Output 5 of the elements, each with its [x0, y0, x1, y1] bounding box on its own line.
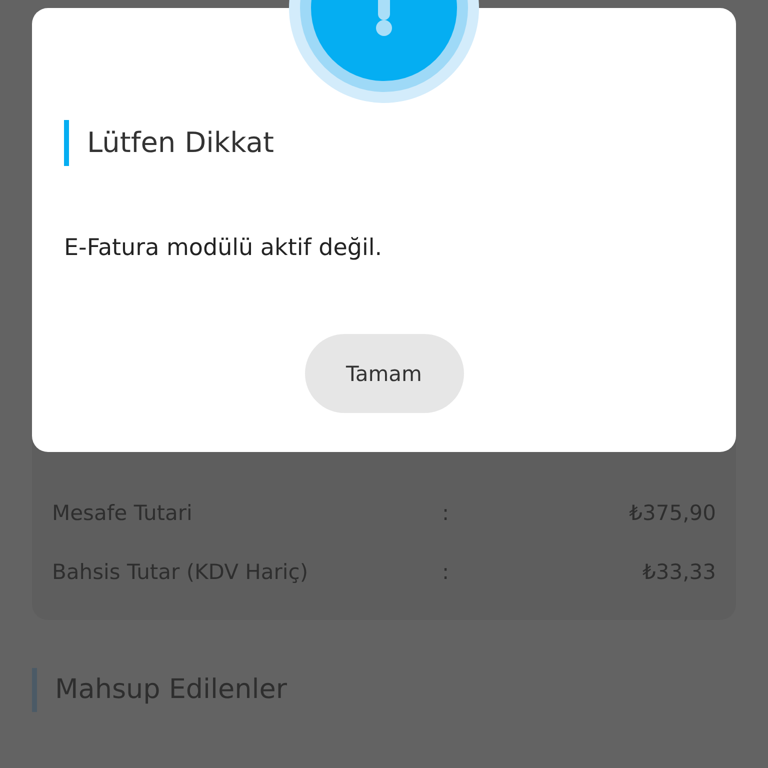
dialog-message: E-Fatura modülü aktif değil. [64, 234, 384, 263]
ok-button[interactable]: Tamam [304, 334, 464, 413]
row-separator: : [442, 500, 450, 524]
row-separator: : [442, 560, 450, 584]
dialog-title: Lütfen Dikkat [64, 120, 704, 166]
